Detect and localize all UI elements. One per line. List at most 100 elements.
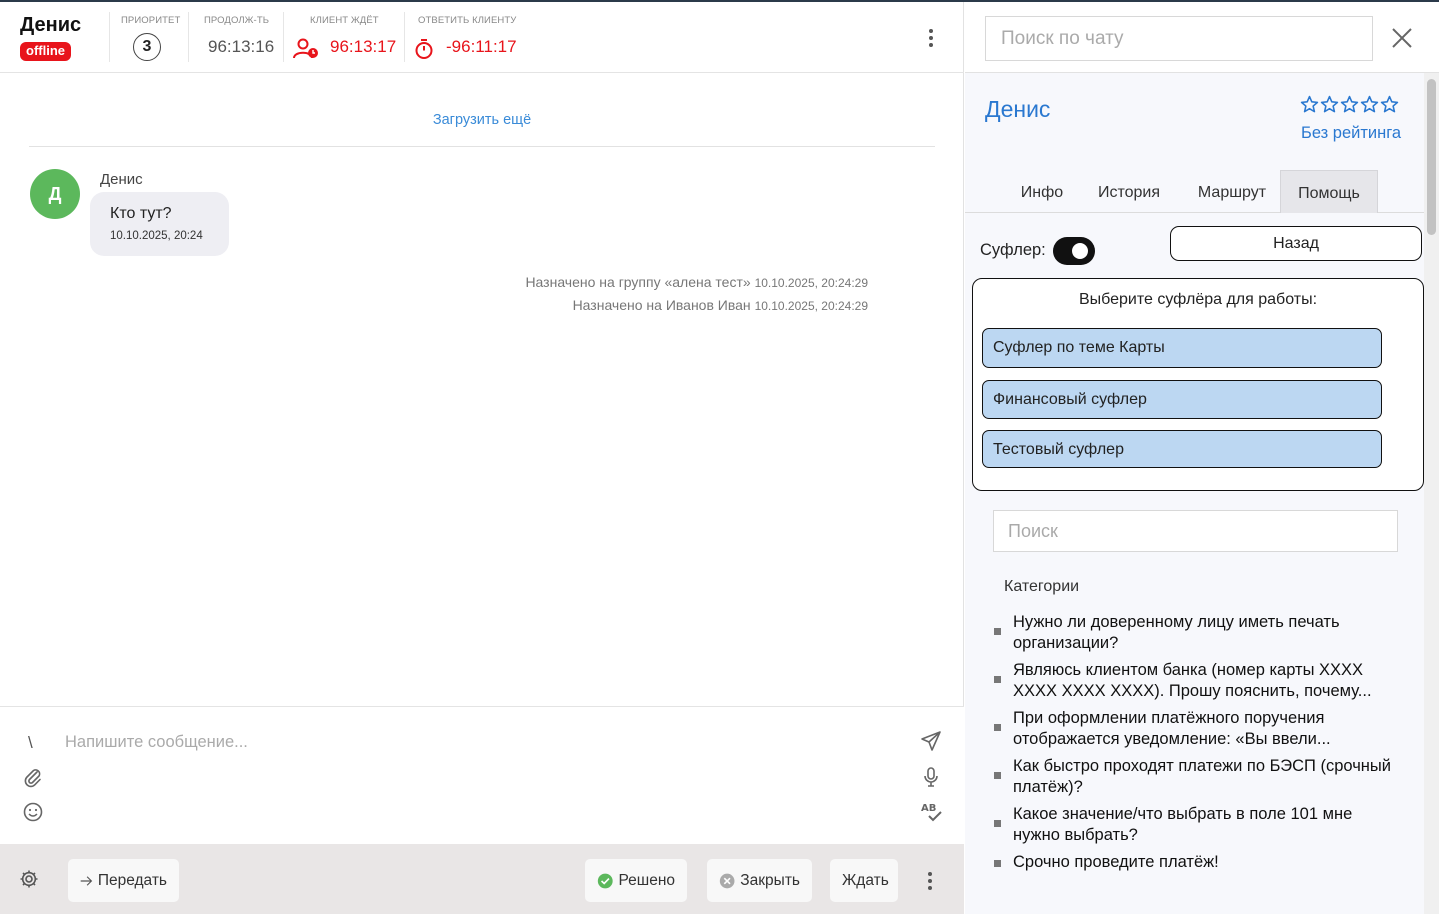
system-event: Назначено на Иванов Иван 10.10.2025, 20:… [573, 297, 868, 313]
info-sidebar: Денис Без рейтинга Инфо История Маршрут … [965, 2, 1439, 914]
transfer-button[interactable]: Передать [68, 859, 179, 902]
wait-button[interactable]: Ждать [830, 859, 898, 902]
category-text: Являюсь клиентом банка (номер карты XXXX… [1013, 661, 1372, 700]
category-item[interactable]: Какое значение/что выбрать в поле 101 мн… [993, 804, 1393, 845]
scroll-thumb[interactable] [1427, 79, 1436, 235]
header-divider [188, 12, 189, 62]
spellcheck-icon[interactable]: AB [920, 801, 942, 823]
knowledge-search-input[interactable] [993, 510, 1398, 552]
priority-value: 3 [133, 33, 161, 61]
sidebar-tabs: Инфо История Маршрут Помощь [965, 170, 1424, 213]
bullet [994, 820, 1001, 827]
category-item[interactable]: Нужно ли доверенному лицу иметь печать о… [993, 612, 1393, 653]
svg-text:AB: AB [921, 803, 936, 814]
close-chat-button[interactable]: Закрыть [707, 859, 812, 902]
bullet [994, 724, 1001, 731]
header-divider [283, 12, 284, 62]
system-event-text: Назначено на Иванов Иван [572, 297, 751, 313]
category-item[interactable]: Как быстро проходят платежи по БЭСП (сро… [993, 756, 1393, 797]
close-label: Закрыть [740, 871, 800, 889]
chat-panel: Денис offline ПРИОРИТЕТ 3 ПРОДОЛЖ-ТЬ 96:… [0, 2, 964, 914]
check-circle-icon [597, 873, 613, 888]
user-clock-icon [293, 38, 318, 59]
close-icon[interactable] [1390, 26, 1414, 50]
categories-title: Категории [1004, 578, 1080, 595]
stopwatch-icon [415, 39, 433, 59]
sufler-option[interactable]: Суфлер по теме Карты [982, 328, 1382, 368]
star-icon[interactable] [1300, 95, 1319, 114]
message-bubble: Кто тут? 10.10.2025, 20:24 [90, 192, 229, 256]
client-waits-label: КЛИЕНТ ЖДЁТ [310, 15, 379, 26]
sufler-selector: Выберите суфлёра для работы: Суфлер по т… [972, 278, 1424, 491]
transfer-label: Передать [97, 871, 167, 889]
reply-client-value: -96:11:17 [446, 37, 517, 56]
system-event-text: Назначено на группу «алена тест» [525, 274, 751, 290]
more-vertical-icon[interactable] [920, 870, 940, 892]
back-button[interactable]: Назад [1170, 226, 1422, 261]
bullet [994, 860, 1001, 867]
arrow-right-icon [80, 875, 93, 886]
bullet [994, 676, 1001, 683]
divider [29, 146, 935, 147]
star-icon[interactable] [1320, 95, 1339, 114]
header-divider [109, 12, 110, 62]
resolved-button[interactable]: Решено [585, 859, 687, 902]
rating-text: Без рейтинга [1301, 124, 1402, 142]
category-item[interactable]: При оформлении платёжного поручения отоб… [993, 708, 1393, 749]
sufler-toggle[interactable] [1053, 237, 1095, 265]
bullet [994, 772, 1001, 779]
emoji-icon[interactable] [22, 801, 44, 823]
message-author: Денис [100, 171, 143, 188]
sufler-label: Суфлер: [980, 241, 1046, 259]
close-circle-icon [719, 873, 735, 888]
avatar: Д [30, 169, 80, 219]
bullet [994, 628, 1001, 635]
scrollbar[interactable] [1424, 73, 1439, 914]
toggle-knob [1072, 243, 1088, 259]
duration-label: ПРОДОЛЖ-ТЬ [204, 15, 270, 26]
priority-label: ПРИОРИТЕТ [121, 15, 181, 26]
paperclip-icon[interactable] [22, 766, 44, 788]
wait-label: Ждать [842, 871, 889, 889]
load-more-link[interactable]: Загрузить ещё [0, 112, 964, 128]
sufler-title: Выберите суфлёра для работы: [1078, 291, 1318, 308]
categories-list: Нужно ли доверенному лицу иметь печать о… [993, 612, 1393, 880]
sufler-option[interactable]: Финансовый суфлер [982, 380, 1382, 419]
more-vertical-icon[interactable] [921, 26, 941, 50]
category-text: Срочно проведите платёж! [1013, 853, 1219, 871]
client-name: Денис [20, 14, 82, 36]
slash-command-button[interactable]: \ [28, 733, 33, 753]
tab-help[interactable]: Помощь [1280, 170, 1378, 213]
gear-icon[interactable] [19, 869, 39, 889]
message-composer: \ AB [0, 706, 964, 844]
message-time: 10.10.2025, 20:24 [110, 230, 203, 242]
category-item[interactable]: Срочно проведите платёж! [993, 852, 1393, 873]
category-text: Как быстро проходят платежи по БЭСП (сро… [1013, 757, 1391, 796]
duration-value: 96:13:16 [208, 37, 275, 56]
star-icon[interactable] [1380, 95, 1399, 114]
resolved-label: Решено [618, 871, 675, 889]
sidebar-search-bar [965, 2, 1439, 73]
tab-info[interactable]: Инфо [1007, 170, 1077, 213]
category-item[interactable]: Являюсь клиентом банка (номер карты XXXX… [993, 660, 1393, 701]
status-badge: offline [20, 42, 71, 61]
send-icon[interactable] [920, 730, 942, 752]
sidebar-client-name[interactable]: Денис [985, 96, 1050, 123]
reply-client-label: ОТВЕТИТЬ КЛИЕНТУ [418, 15, 517, 26]
sufler-option[interactable]: Тестовый суфлер [982, 430, 1382, 468]
category-text: При оформлении платёжного поручения отоб… [1013, 709, 1331, 748]
tab-route[interactable]: Маршрут [1184, 170, 1280, 213]
message-input[interactable] [65, 727, 895, 757]
category-text: Какое значение/что выбрать в поле 101 мн… [1013, 805, 1353, 844]
star-icon[interactable] [1340, 95, 1359, 114]
rating-stars[interactable] [1300, 95, 1399, 117]
star-icon[interactable] [1360, 95, 1379, 114]
category-text: Нужно ли доверенному лицу иметь печать о… [1013, 613, 1340, 652]
chat-search-input[interactable] [985, 16, 1373, 61]
system-event-time: 10.10.2025, 20:24:29 [754, 276, 868, 290]
tab-history[interactable]: История [1088, 170, 1170, 213]
microphone-icon[interactable] [920, 766, 942, 788]
chat-header: Денис offline ПРИОРИТЕТ 3 ПРОДОЛЖ-ТЬ 96:… [0, 2, 964, 73]
message-text: Кто тут? [110, 205, 172, 222]
header-divider [404, 12, 405, 62]
